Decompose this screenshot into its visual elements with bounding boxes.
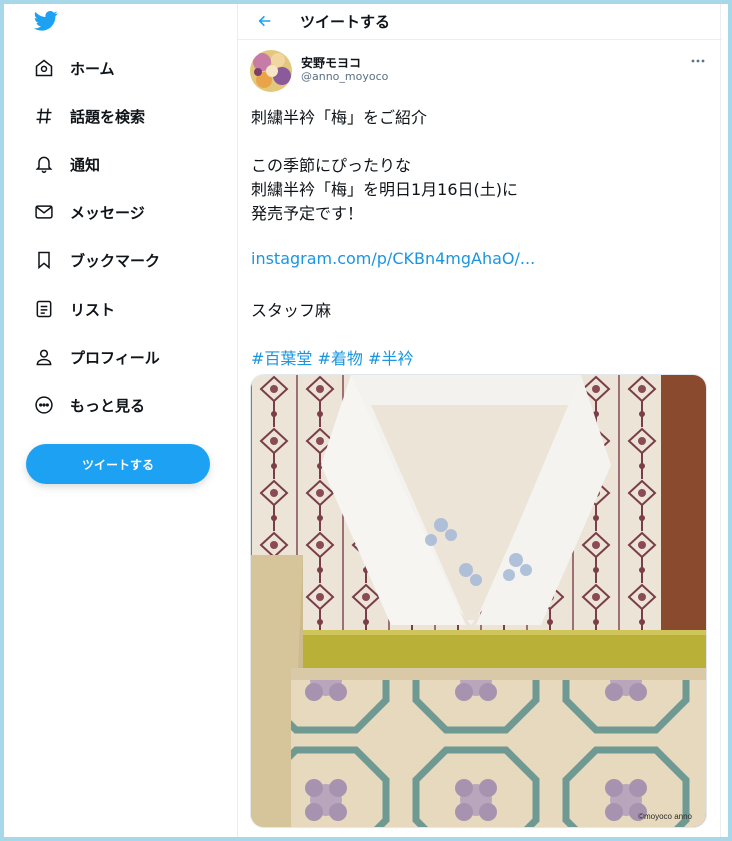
person-icon [32,345,56,369]
sidebar-item-label: プロフィール [70,348,160,367]
page-title: ツイートする [300,13,391,31]
sidebar-item-lists[interactable]: リスト [32,294,115,324]
sidebar-item-notifications[interactable]: 通知 [32,149,100,179]
sidebar-item-label: 通知 [70,155,101,174]
arrow-left-icon [258,15,271,27]
sidebar-item-label: ブックマーク [70,251,161,270]
tweet-text-line: 発売予定です！ [251,204,364,223]
bell-icon [32,152,56,176]
tweet-image[interactable]: ©moyoco anno [250,374,707,828]
twitter-bird-icon[interactable] [33,10,58,32]
author-name[interactable]: 安野モヨコ [301,54,361,71]
home-icon [32,56,56,80]
sidebar-item-messages[interactable]: メッセージ [32,197,145,227]
tweet-text-line: スタッフ麻 [251,301,332,320]
bookmark-icon [32,248,56,272]
sidebar-item-bookmarks[interactable]: ブックマーク [32,245,160,275]
list-icon [32,297,56,321]
tweet-text-line: 刺繍半衿「梅」を明日1月16日(土)に [251,180,519,199]
envelope-icon [32,200,56,224]
sidebar: ホーム 話題を検索 通知 メッセージ ブックマーク リスト プロフィール もっと… [4,4,237,837]
more-circle-icon [32,393,56,417]
author-handle[interactable]: @anno_moyoco [301,70,388,83]
avatar[interactable] [250,50,292,92]
sidebar-item-label: 話題を検索 [70,107,146,126]
page-header: ツイートする [238,4,722,40]
sidebar-item-explore[interactable]: 話題を検索 [32,101,145,131]
instagram-link[interactable]: instagram.com/p/CKBn4mgAhaO/... [251,249,535,268]
sidebar-item-label: ホーム [70,59,115,78]
sidebar-item-home[interactable]: ホーム [32,53,115,83]
hashtag-icon [32,104,56,128]
hashtag-link[interactable]: #半衿 [368,349,413,368]
main-column: ツイートする 安野モヨコ @anno_moyoco 刺繍半衿「梅」をご紹介 この… [237,4,722,837]
more-options-icon[interactable] [688,54,708,68]
hashtag-row: #百葉堂 #着物 #半衿 [251,345,413,369]
tweet-text-line: 刺繍半衿「梅」をご紹介 [251,108,428,127]
tweet-text-line: この季節にぴったりな [251,156,412,175]
sidebar-item-profile[interactable]: プロフィール [32,342,160,372]
image-watermark: ©moyoco anno [638,812,692,821]
back-button[interactable] [254,10,276,32]
hashtag-link[interactable]: #百葉堂 [251,349,312,368]
sidebar-item-more[interactable]: もっと見る [32,390,145,420]
sidebar-item-label: リスト [70,300,116,319]
hashtag-link[interactable]: #着物 [318,349,363,368]
sidebar-item-label: メッセージ [70,203,145,222]
sidebar-item-label: もっと見る [70,396,146,415]
tweet-button[interactable]: ツイートする [26,444,210,484]
